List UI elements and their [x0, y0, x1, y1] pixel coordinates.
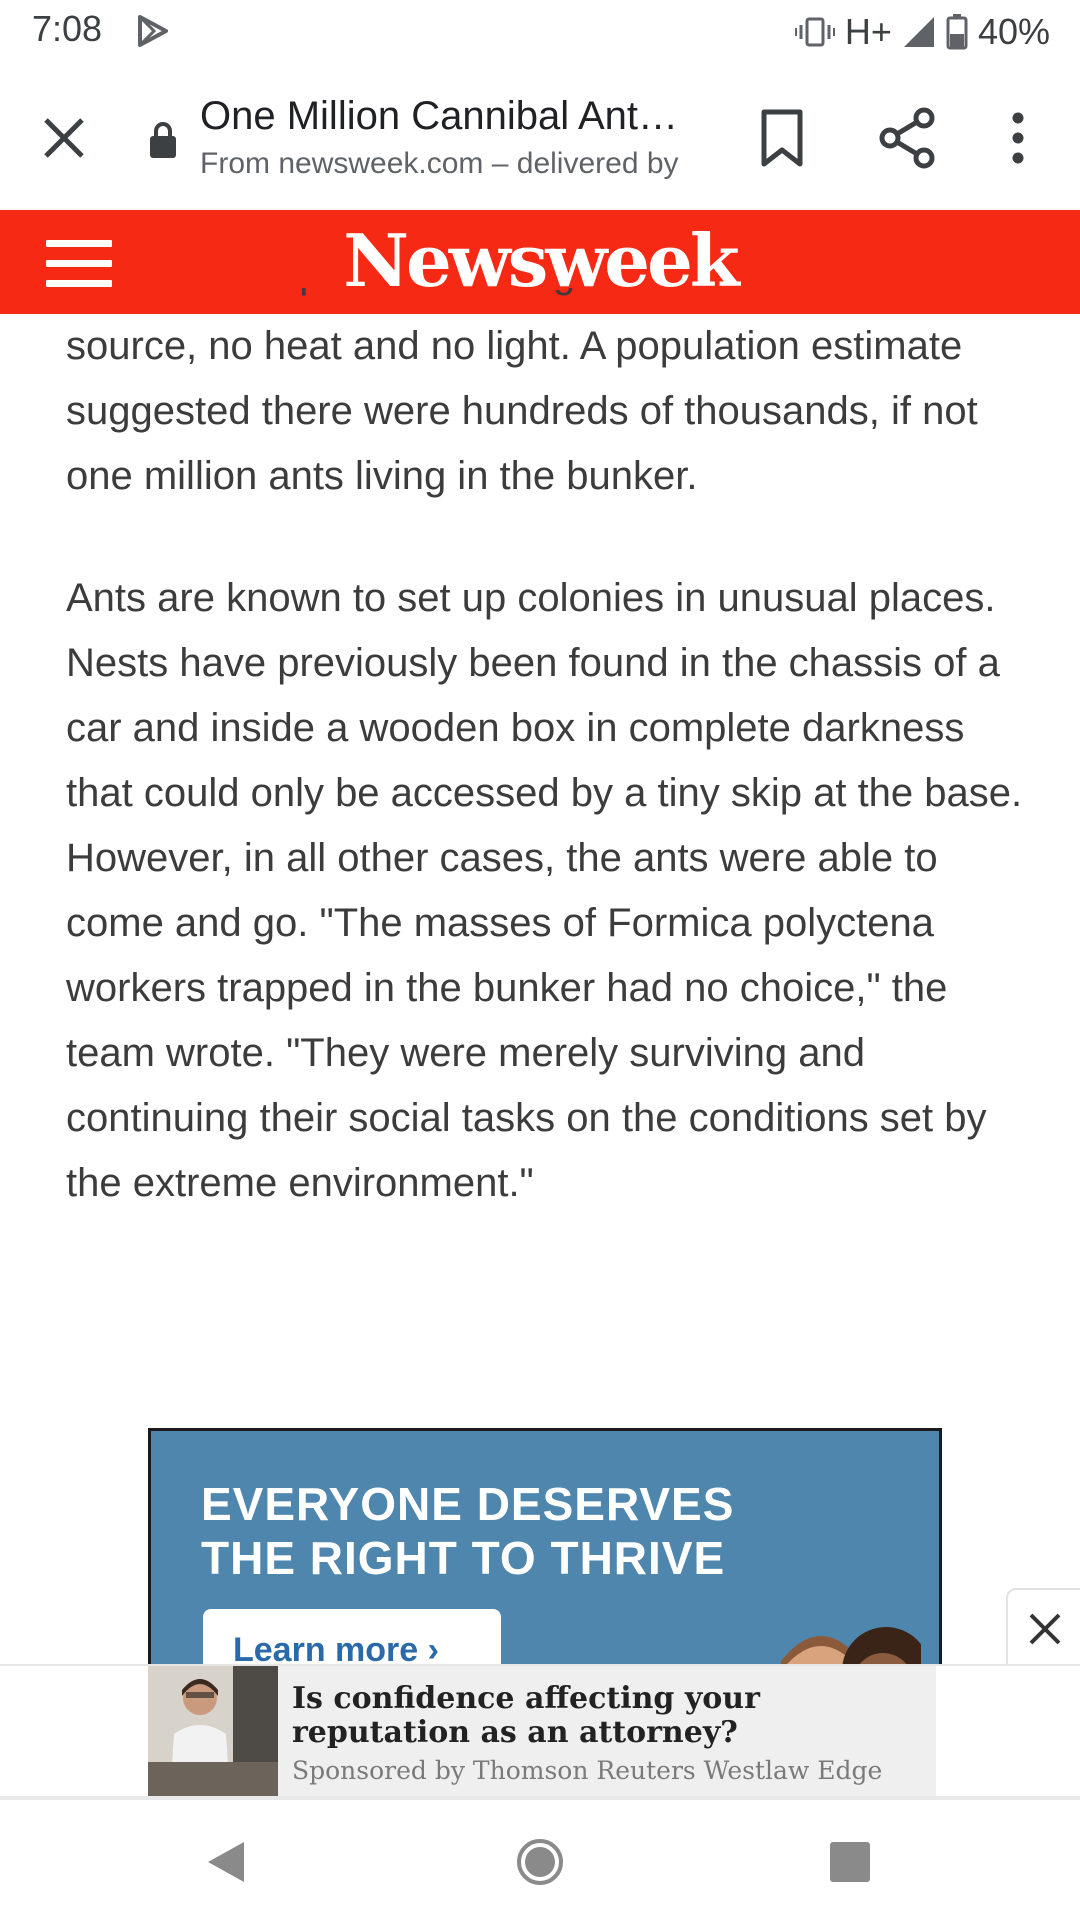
close-icon	[1029, 1613, 1061, 1645]
status-time: 7:08	[32, 8, 103, 49]
recents-icon[interactable]	[830, 1842, 870, 1882]
sponsored-ad[interactable]: Is confidence affecting your reputation …	[0, 1664, 1080, 1798]
page-title: One Million Cannibal Ant…	[200, 94, 679, 138]
share-icon[interactable]	[876, 106, 940, 170]
paragraph-spacer	[66, 509, 1026, 566]
home-icon[interactable]	[516, 1838, 564, 1886]
status-icons: H+ 40%	[794, 8, 1050, 56]
navigation-bar	[0, 1800, 1080, 1920]
status-bar: 7:08 H+ 40%	[0, 0, 1080, 64]
learn-more-button[interactable]: Learn more ›	[203, 1609, 501, 1671]
more-options-icon[interactable]	[994, 106, 1042, 170]
network-type: H+	[844, 11, 892, 52]
sponsored-ad-title: Is confidence affecting your reputation …	[292, 1681, 760, 1750]
article-paragraph: Ants are known to set up colonies in unu…	[66, 576, 1023, 1205]
ad-headline-line: EVERYONE DESERVES	[201, 1478, 735, 1530]
bookmark-icon[interactable]	[754, 108, 810, 168]
thumbnail-image	[148, 1666, 278, 1796]
partially-hidden-text-line: This was despite there being no obvious …	[66, 288, 1026, 314]
ad-headline: EVERYONE DESERVES THE RIGHT TO THRIVE	[201, 1477, 734, 1585]
play-store-icon	[138, 15, 168, 47]
ad-photo	[781, 1627, 921, 1671]
battery-level: 40%	[977, 11, 1050, 52]
article-body: source, no heat and no light. A populati…	[66, 314, 1026, 1216]
close-icon[interactable]	[36, 110, 92, 166]
sponsored-ad-source: Sponsored by Thomson Reuters Westlaw Edg…	[292, 1756, 883, 1785]
sponsored-ad-thumbnail	[148, 1666, 278, 1796]
ad-headline-line: THE RIGHT TO THRIVE	[201, 1532, 726, 1584]
article-paragraph: source, no heat and no light. A populati…	[66, 324, 978, 498]
display-ad[interactable]: EVERYONE DESERVES THE RIGHT TO THRIVE Le…	[148, 1428, 942, 1671]
lock-icon	[150, 122, 176, 158]
cut-line-text: This was despite there being no obvious …	[66, 288, 1026, 307]
browser-toolbar: One Million Cannibal Ant… From newsweek.…	[0, 64, 1080, 210]
back-icon[interactable]	[204, 1838, 248, 1886]
signal-icon	[903, 17, 934, 47]
close-ad-button[interactable]	[1006, 1588, 1080, 1666]
sponsored-ad-card[interactable]: Is confidence affecting your reputation …	[148, 1666, 936, 1798]
page-title-area[interactable]: One Million Cannibal Ant… From newsweek.…	[200, 92, 720, 184]
vibrate-icon	[794, 17, 835, 47]
page-origin: From newsweek.com – delivered by	[200, 147, 679, 180]
battery-icon	[946, 14, 968, 50]
